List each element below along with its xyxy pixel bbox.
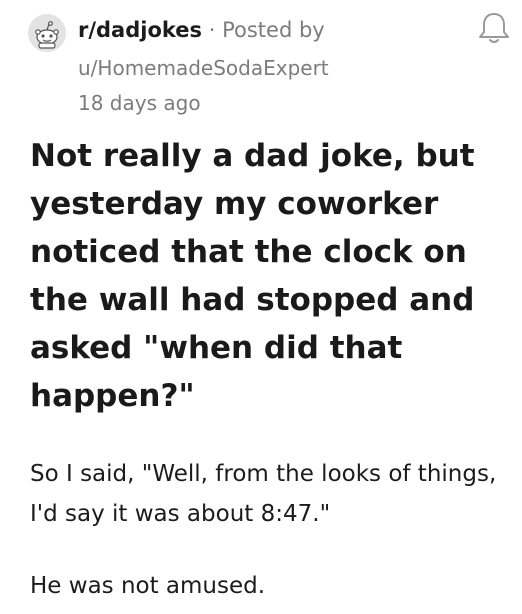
meta-separator: · xyxy=(208,18,216,42)
post-body-paragraph: He was not amused. xyxy=(30,573,266,599)
reddit-alien-icon xyxy=(28,14,66,52)
post-timestamp: 18 days ago xyxy=(78,91,201,115)
post-card: r/dadjokes · Posted by u/HomemadeSodaExp… xyxy=(0,0,522,614)
posted-by-label: Posted by xyxy=(222,18,325,42)
subreddit-link[interactable]: r/dadjokes xyxy=(78,18,202,42)
post-body-paragraph: So I said, "Well, from the looks of thin… xyxy=(30,461,497,527)
post-title: Not really a dad joke, but yesterday my … xyxy=(30,138,475,414)
notification-button[interactable] xyxy=(474,8,514,48)
post-header: r/dadjokes · Posted by u/HomemadeSodaExp… xyxy=(28,10,498,120)
author-link[interactable]: u/HomemadeSodaExpert xyxy=(78,54,329,82)
post-meta: r/dadjokes · Posted by xyxy=(78,16,325,44)
bell-icon xyxy=(479,13,509,43)
subreddit-avatar[interactable] xyxy=(28,14,66,52)
